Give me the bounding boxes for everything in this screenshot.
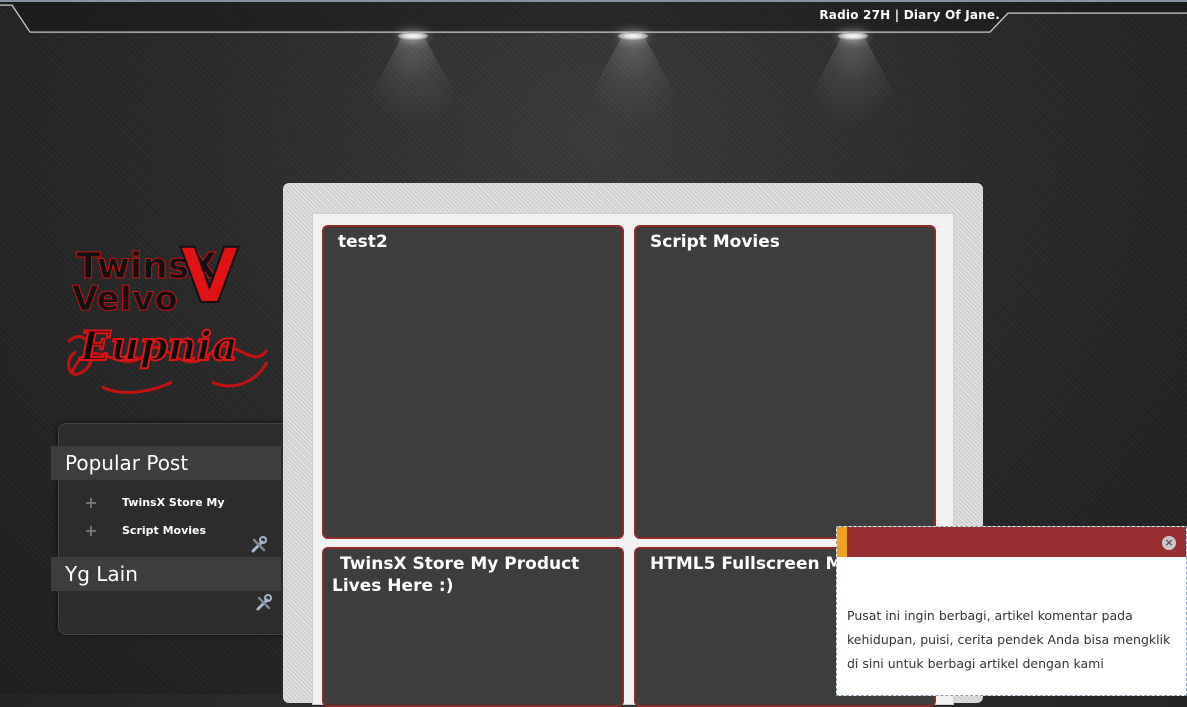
popup-header: × [837, 527, 1186, 557]
svg-text:Eupnia: Eupnia [79, 323, 238, 370]
site-logo[interactable]: TwinsX VeIvo Eupnia V [62, 232, 274, 402]
post-card[interactable]: Script Movies [634, 225, 936, 539]
edit-tools-icon[interactable] [255, 594, 273, 612]
popular-post-item[interactable]: + Script Movies [84, 520, 206, 540]
notification-popup[interactable]: × Pusat ini ingin berbagi, artikel komen… [836, 526, 1187, 696]
plus-icon: + [84, 492, 98, 512]
plus-icon: + [84, 520, 98, 540]
spotlight [573, 30, 693, 130]
post-title[interactable]: test2 [324, 227, 622, 253]
popular-post-label[interactable]: TwinsX Store My [122, 496, 225, 509]
post-card[interactable]: TwinsX Store My Product Lives Here :) [322, 547, 624, 707]
post-card[interactable]: test2 [322, 225, 624, 539]
post-title[interactable]: Script Movies [636, 227, 934, 253]
svg-text:VeIvo: VeIvo [72, 279, 178, 319]
other-widget-title: Yg Lain [51, 557, 281, 591]
edit-tools-icon[interactable] [250, 536, 268, 554]
popular-post-title: Popular Post [51, 446, 281, 480]
popup-accent [837, 527, 847, 557]
close-icon[interactable]: × [1162, 536, 1176, 550]
post-title[interactable]: TwinsX Store My Product Lives Here :) [324, 549, 622, 597]
spotlight [353, 30, 473, 130]
svg-text:V: V [180, 232, 239, 320]
header-title[interactable]: Radio 27H | Diary Of Jane. [790, 8, 1000, 22]
popular-post-label[interactable]: Script Movies [122, 524, 206, 537]
popup-message[interactable]: Pusat ini ingin berbagi, artikel komenta… [847, 604, 1177, 676]
spotlight [793, 30, 913, 130]
popular-post-item[interactable]: + TwinsX Store My [84, 492, 225, 512]
